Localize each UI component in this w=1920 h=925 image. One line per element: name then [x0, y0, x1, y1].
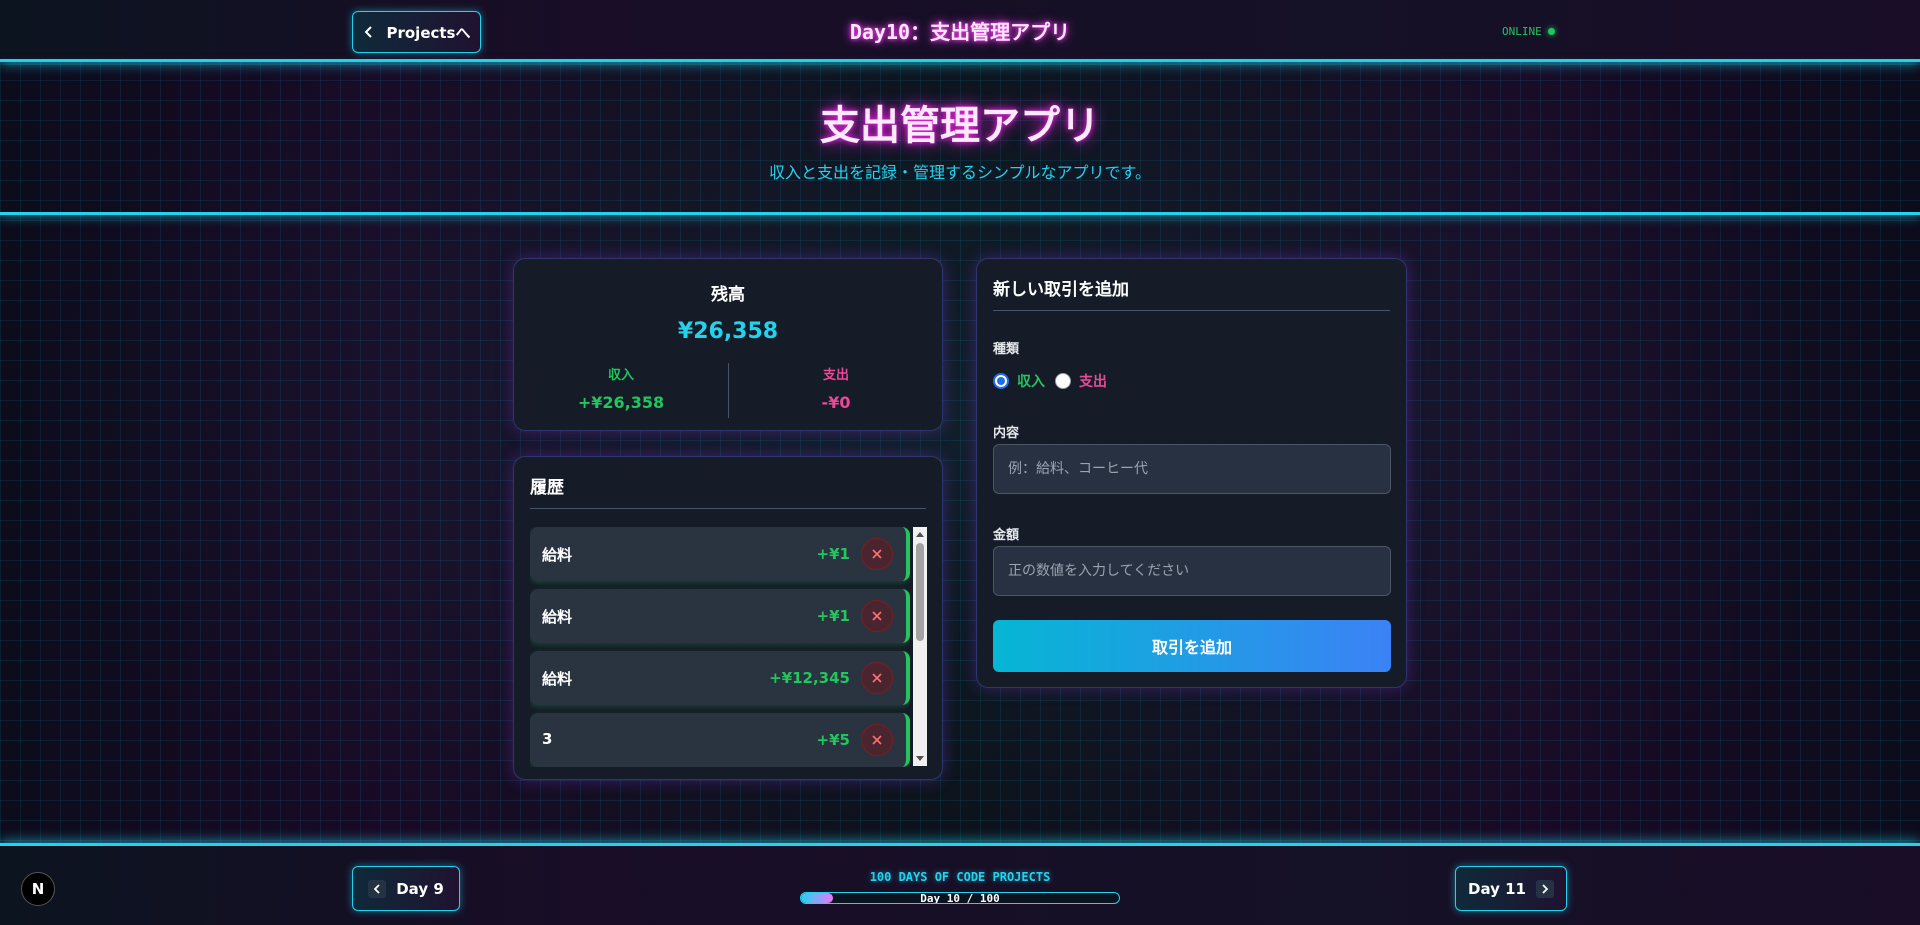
top-header: Projectsへ Day10：支出管理アプリ ONLINE	[0, 0, 1920, 62]
expense-radio-option[interactable]: 支出	[1055, 371, 1113, 391]
scrollbar-thumb[interactable]	[916, 543, 924, 641]
history-item: 3 +¥5	[530, 713, 910, 767]
add-transaction-button[interactable]: 取引を追加	[993, 620, 1391, 672]
delete-button[interactable]	[861, 662, 893, 694]
series-label: 100 DAYS OF CODE PROJECTS	[869, 870, 1051, 884]
delete-button[interactable]	[861, 724, 893, 756]
series-progress-bar: Day 10 / 100	[800, 892, 1120, 904]
scroll-up-arrow-icon[interactable]	[913, 527, 927, 541]
income-summary-label: 収入	[607, 368, 634, 383]
balance-title: 残高	[711, 285, 745, 305]
history-item-name: 給料	[542, 546, 573, 564]
chevron-right-icon	[1536, 879, 1554, 898]
expense-summary: 支出 -¥0	[729, 364, 943, 412]
page-title: 支出管理アプリ	[820, 103, 1100, 149]
next-day-button[interactable]: Day 11	[1455, 866, 1567, 911]
history-list[interactable]: 給料 +¥1 給料 +¥1 給料 +¥12,345 3 +¥5	[530, 527, 910, 767]
history-item-amount: +¥1	[816, 545, 850, 563]
income-summary: 収入 +¥26,358	[514, 364, 728, 412]
history-item: 給料 +¥1	[530, 589, 910, 643]
type-label: 種類	[993, 342, 1020, 357]
expense-summary-value: -¥0	[821, 393, 851, 412]
history-item: 給料 +¥12,345	[530, 651, 910, 705]
app-title: Day10：支出管理アプリ	[849, 20, 1071, 44]
series-progress-text: Day 10 / 100	[920, 892, 1000, 904]
next-day-label: Day 11	[1468, 879, 1526, 898]
history-item-amount: +¥5	[816, 731, 850, 749]
history-item-name: 3	[542, 730, 553, 748]
history-item-amount: +¥1	[816, 607, 850, 625]
add-transaction-card: 新しい取引を追加 種類 収入 支出 内容 金額 取引を追加	[976, 258, 1407, 688]
hero-banner: 支出管理アプリ 収入と支出を記録・管理するシンプルなアプリです。	[0, 65, 1920, 215]
expense-summary-label: 支出	[822, 368, 849, 383]
balance-card: 残高 ¥26,358 収入 +¥26,358 支出 -¥0	[513, 258, 943, 431]
delete-button[interactable]	[861, 538, 893, 570]
content-label: 内容	[993, 426, 1020, 441]
history-title: 履歴	[530, 473, 926, 509]
delete-button[interactable]	[861, 600, 893, 632]
content-input[interactable]	[993, 444, 1391, 494]
balance-total: ¥26,358	[677, 319, 779, 344]
expense-radio-label: 支出	[1079, 374, 1107, 390]
history-card: 履歴 給料 +¥1 給料 +¥1 給料 +¥12,345 3 +¥5	[513, 456, 943, 780]
expense-radio[interactable]	[1055, 373, 1071, 389]
amount-input[interactable]	[993, 546, 1391, 596]
online-status: ONLINE	[1502, 25, 1555, 38]
income-radio[interactable]	[993, 373, 1009, 389]
form-title: 新しい取引を追加	[993, 275, 1390, 311]
income-radio-label: 収入	[1017, 374, 1045, 390]
bottom-footer: N Day 9 100 DAYS OF CODE PROJECTS Day 10…	[0, 843, 1920, 925]
status-dot-icon	[1547, 28, 1555, 35]
history-scrollbar[interactable]	[913, 527, 927, 766]
online-status-label: ONLINE	[1502, 25, 1542, 38]
page-subtitle: 収入と支出を記録・管理するシンプルなアプリです。	[769, 163, 1151, 182]
history-item-amount: +¥12,345	[769, 669, 850, 687]
close-icon	[872, 611, 882, 621]
close-icon	[872, 735, 882, 745]
history-item: 給料 +¥1	[530, 527, 910, 581]
type-radio-group: 収入 支出	[993, 371, 1113, 391]
income-summary-value: +¥26,358	[577, 393, 665, 412]
history-item-name: 給料	[542, 670, 573, 688]
amount-label: 金額	[993, 528, 1020, 543]
history-item-name: 給料	[542, 608, 573, 626]
close-icon	[872, 549, 882, 559]
income-radio-option[interactable]: 収入	[993, 371, 1045, 391]
scroll-down-arrow-icon[interactable]	[913, 752, 927, 766]
close-icon	[872, 673, 882, 683]
